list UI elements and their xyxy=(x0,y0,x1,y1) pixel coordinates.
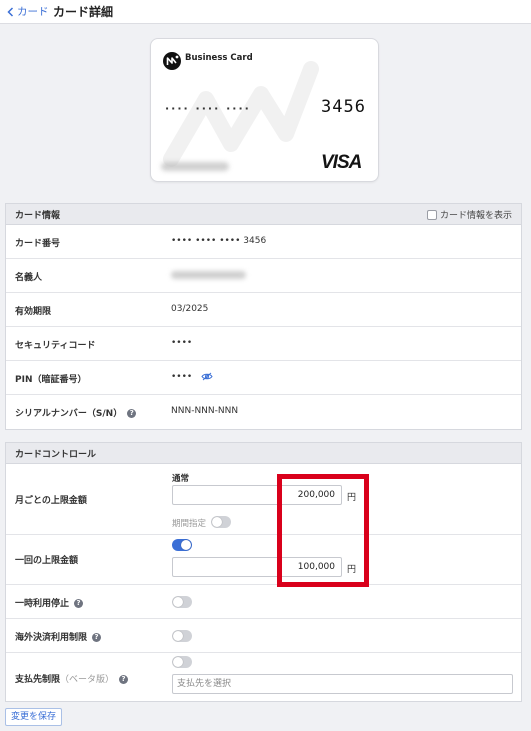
pin-label: PIN（暗証番号） xyxy=(15,375,87,385)
card-info-header: カード情報 カード情報を表示 xyxy=(6,204,521,225)
overseas-toggle[interactable] xyxy=(172,630,192,642)
chevron-left-icon xyxy=(7,6,14,17)
suspend-row: 一時利用停止? xyxy=(6,585,521,619)
help-icon[interactable]: ? xyxy=(119,675,129,684)
card-info-section: カード情報 カード情報を表示 カード番号 •••• •••• •••• 3456… xyxy=(5,203,522,430)
card-number-value: •••• •••• •••• 3456 xyxy=(171,236,267,246)
suspend-toggle[interactable] xyxy=(172,596,192,608)
checkbox-icon[interactable] xyxy=(426,209,437,220)
toggle-knob xyxy=(173,631,183,641)
save-button[interactable]: 変更を保存 xyxy=(5,708,63,726)
holder-value xyxy=(171,270,246,280)
show-card-info-checkbox[interactable]: カード情報を表示 xyxy=(426,208,512,221)
back-link[interactable]: カード xyxy=(7,4,49,19)
holder-label: 名義人 xyxy=(15,273,43,283)
per-use-toggle[interactable] xyxy=(172,539,192,551)
overseas-label-wrap: 海外決済利用制限? xyxy=(15,630,102,643)
security-code-label: セキュリティコード xyxy=(15,341,96,351)
per-use-limit-row: 一回の上限金額 100,000 円 xyxy=(6,535,521,585)
brand-logo-icon xyxy=(163,52,181,70)
serial-value: NNN-NNN-NNN xyxy=(171,406,239,416)
expiry-row: 有効期限 03/2025 xyxy=(6,293,521,327)
period-toggle[interactable] xyxy=(211,516,231,528)
page-title: カード詳細 xyxy=(53,5,114,19)
monthly-yen-unit: 円 xyxy=(347,493,357,503)
period-label: 期間指定 xyxy=(172,519,207,529)
payee-label: 支払先制限 xyxy=(15,675,61,685)
card-number-label: カード番号 xyxy=(15,239,61,249)
card-info-title: カード情報 xyxy=(15,211,61,221)
card-masked-digits: ···· ···· ···· xyxy=(165,102,251,115)
payee-toggle[interactable] xyxy=(172,656,192,668)
card-control-section: カードコントロール 月ごとの上限金額 通常 200,000 円 期間指定 一回の… xyxy=(5,442,522,702)
expiry-value: 03/2025 xyxy=(171,304,209,314)
pin-row: PIN（暗証番号） •••• xyxy=(6,361,521,395)
top-bar: カード カード詳細 xyxy=(0,0,531,24)
back-link-label: カード xyxy=(17,6,49,18)
expiry-label: 有効期限 xyxy=(15,307,52,317)
overseas-label: 海外決済利用制限 xyxy=(15,633,88,643)
eye-off-icon[interactable] xyxy=(201,372,213,381)
payee-select[interactable]: 支払先を選択 xyxy=(172,674,513,694)
card-holder-blurred xyxy=(161,162,229,171)
beta-tag: （ベータ版） xyxy=(60,675,115,685)
holder-blurred-value xyxy=(171,270,246,279)
toggle-knob xyxy=(173,657,183,667)
monthly-limit-row: 月ごとの上限金額 通常 200,000 円 期間指定 xyxy=(6,464,521,535)
card-number-row: カード番号 •••• •••• •••• 3456 xyxy=(6,225,521,259)
toggle-knob xyxy=(173,597,183,607)
help-icon[interactable]: ? xyxy=(92,633,102,642)
pin-value-wrap: •••• xyxy=(171,372,213,382)
help-icon[interactable]: ? xyxy=(74,599,84,608)
card-control-title: カードコントロール xyxy=(15,450,97,460)
per-use-yen-unit: 円 xyxy=(347,565,357,575)
card-last4: 3456 xyxy=(321,97,366,117)
overseas-row: 海外決済利用制限? xyxy=(6,619,521,653)
toggle-knob xyxy=(212,517,222,527)
per-use-limit-input[interactable]: 100,000 xyxy=(172,557,342,577)
monthly-limit-input[interactable]: 200,000 xyxy=(172,485,342,505)
security-code-value: •••• xyxy=(171,338,193,348)
show-card-info-label: カード情報を表示 xyxy=(439,211,512,221)
serial-label-wrap: シリアルナンバー（S/N）? xyxy=(15,406,137,419)
card-image: Business Card ···· ···· ···· 3456 VISA xyxy=(150,38,379,182)
holder-row: 名義人 xyxy=(6,259,521,293)
help-icon[interactable]: ? xyxy=(127,409,137,418)
suspend-label: 一時利用停止 xyxy=(15,599,70,609)
serial-row: シリアルナンバー（S/N）? NNN-NNN-NNN xyxy=(6,395,521,429)
visa-logo: VISA xyxy=(321,152,362,173)
payee-label-wrap: 支払先制限（ベータ版）? xyxy=(15,672,129,685)
suspend-label-wrap: 一時利用停止? xyxy=(15,596,84,609)
per-use-limit-label: 一回の上限金額 xyxy=(15,556,79,566)
payee-row: 支払先制限（ベータ版）? 支払先を選択 xyxy=(6,653,521,701)
card-control-header: カードコントロール xyxy=(6,443,521,464)
monthly-limit-label: 月ごとの上限金額 xyxy=(15,496,87,506)
monthly-normal-label: 通常 xyxy=(172,474,190,484)
card-brand-name: Business Card xyxy=(185,53,253,63)
serial-label: シリアルナンバー（S/N） xyxy=(15,409,123,419)
security-code-row: セキュリティコード •••• xyxy=(6,327,521,361)
toggle-knob xyxy=(181,540,191,550)
pin-value: •••• xyxy=(171,372,193,382)
